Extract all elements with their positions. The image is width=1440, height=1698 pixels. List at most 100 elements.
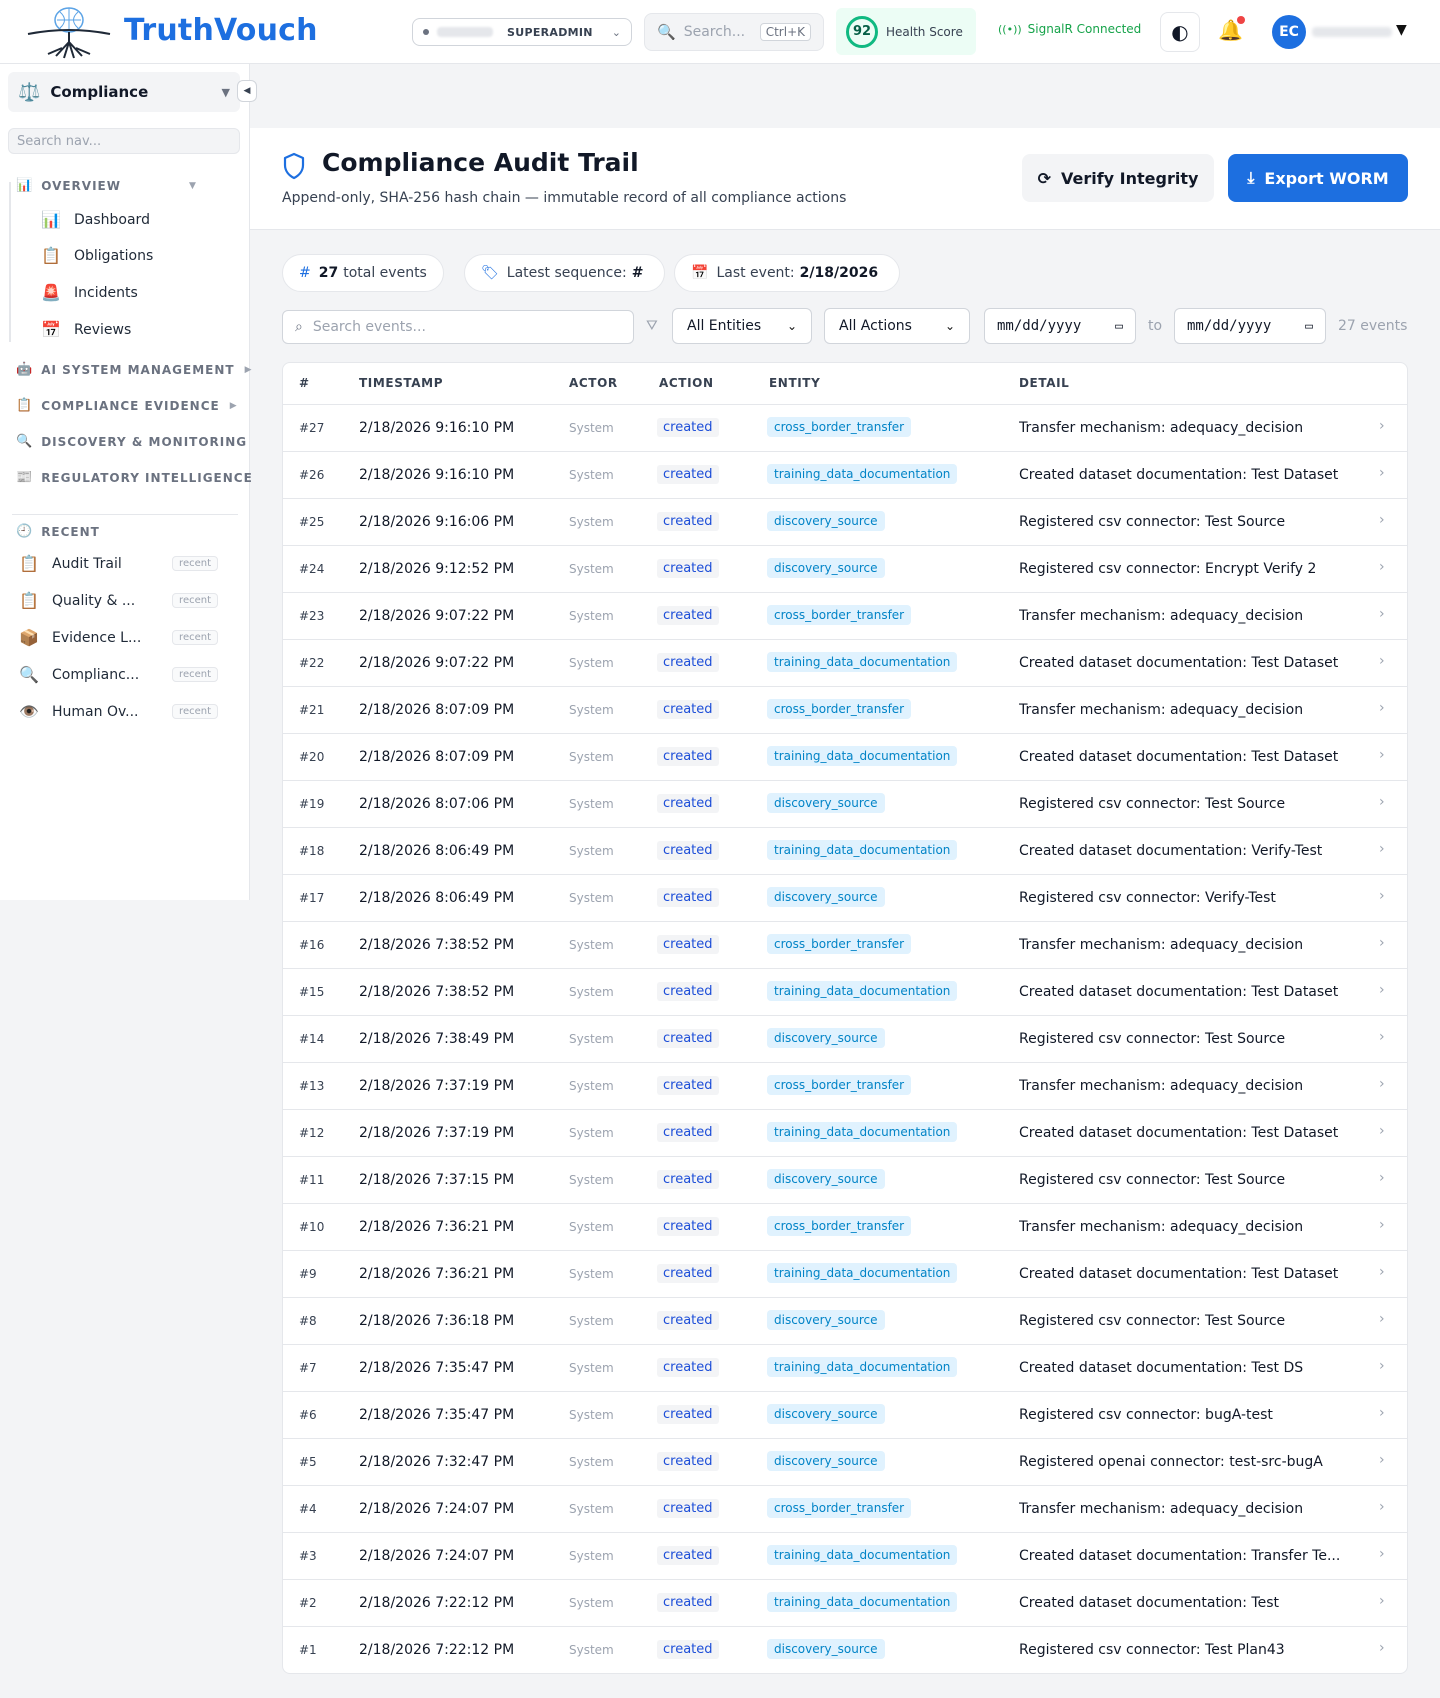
table-row[interactable]: #3 2/18/2026 7:24:07 PM System created train… xyxy=(283,1533,1407,1580)
verify-integrity-button[interactable]: ⟳ Verify Integrity xyxy=(1022,154,1214,202)
table-row[interactable]: #14 2/18/2026 7:38:49 PM System created disc… xyxy=(283,1016,1407,1063)
notifications-button[interactable]: 🔔 xyxy=(1218,16,1245,42)
chevron-right-icon[interactable]: › xyxy=(1379,606,1385,622)
section-ai-system-management[interactable]: 🤖 AI SYSTEM MANAGEMENT ▶ xyxy=(16,362,253,377)
chevron-right-icon[interactable]: › xyxy=(1379,1217,1385,1233)
table-row[interactable]: #12 2/18/2026 7:37:19 PM System created trai… xyxy=(283,1110,1407,1157)
table-row[interactable]: #7 2/18/2026 7:35:47 PM System created train… xyxy=(283,1345,1407,1392)
table-row[interactable]: #21 2/18/2026 8:07:09 PM System created cros… xyxy=(283,687,1407,734)
entity-filter-select[interactable]: All Entities ⌄ xyxy=(672,308,812,344)
collapse-sidebar-button[interactable]: ◀ xyxy=(237,80,257,102)
avatar[interactable]: EC xyxy=(1272,15,1306,49)
chevron-right-icon[interactable]: › xyxy=(1379,418,1385,434)
table-row[interactable]: #19 2/18/2026 8:07:06 PM System created disc… xyxy=(283,781,1407,828)
date-from-input[interactable]: mm/dd/yyyy ▭ xyxy=(984,308,1136,344)
chevron-right-icon[interactable]: › xyxy=(1379,512,1385,528)
section-overview[interactable]: 📊 OVERVIEW ▼ xyxy=(16,178,197,193)
header-action[interactable]: ACTION xyxy=(659,376,714,390)
table-row[interactable]: #15 2/18/2026 7:38:52 PM System created trai… xyxy=(283,969,1407,1016)
table-row[interactable]: #18 2/18/2026 8:06:49 PM System created trai… xyxy=(283,828,1407,875)
table-row[interactable]: #1 2/18/2026 7:22:12 PM System created disco… xyxy=(283,1627,1407,1673)
row-entity-badge: cross_border_transfer xyxy=(767,1498,912,1518)
table-row[interactable]: #4 2/18/2026 7:24:07 PM System created cross… xyxy=(283,1486,1407,1533)
chevron-right-icon[interactable]: › xyxy=(1379,794,1385,810)
chevron-right-icon[interactable]: › xyxy=(1379,1029,1385,1045)
export-worm-button[interactable]: ⤓ Export WORM xyxy=(1228,154,1408,202)
user-name-redacted[interactable] xyxy=(1312,27,1392,37)
sidebar-item-dashboard[interactable]: 📊 Dashboard xyxy=(40,210,150,229)
table-row[interactable]: #10 2/18/2026 7:36:21 PM System created cros… xyxy=(283,1204,1407,1251)
table-row[interactable]: #13 2/18/2026 7:37:19 PM System created cros… xyxy=(283,1063,1407,1110)
table-row[interactable]: #24 2/18/2026 9:12:52 PM System created disc… xyxy=(283,546,1407,593)
theme-toggle-button[interactable]: ◐ xyxy=(1160,12,1200,52)
table-row[interactable]: #22 2/18/2026 9:07:22 PM System created trai… xyxy=(283,640,1407,687)
app-logo[interactable]: TruthVouch xyxy=(26,4,318,60)
section-regulatory-intelligence[interactable]: 📰 REGULATORY INTELLIGENCE xyxy=(16,470,253,485)
action-filter-select[interactable]: All Actions ⌄ xyxy=(824,308,970,344)
table-row[interactable]: #11 2/18/2026 7:37:15 PM System created disc… xyxy=(283,1157,1407,1204)
table-row[interactable]: #2 2/18/2026 7:22:12 PM System created train… xyxy=(283,1580,1407,1627)
module-selector[interactable]: ⚖️ Compliance ▼ xyxy=(8,72,240,112)
chevron-right-icon[interactable]: › xyxy=(1379,653,1385,669)
chevron-right-icon[interactable]: › xyxy=(1379,1264,1385,1280)
chevron-right-icon[interactable]: › xyxy=(1379,841,1385,857)
row-action-badge: created xyxy=(657,1499,719,1518)
row-sequence: #1 xyxy=(299,1643,317,1657)
chevron-right-icon[interactable]: › xyxy=(1379,888,1385,904)
recent-item-compliance[interactable]: 🔍 Complianc... recent xyxy=(18,665,218,684)
sidebar-divider xyxy=(12,514,238,515)
sidebar-item-reviews[interactable]: 📅 Reviews xyxy=(40,320,131,339)
row-actor: System xyxy=(569,562,614,576)
chevron-right-icon[interactable]: › xyxy=(1379,982,1385,998)
chevron-right-icon[interactable]: › xyxy=(1379,1499,1385,1515)
section-discovery-monitoring[interactable]: 🔍 DISCOVERY & MONITORING xyxy=(16,434,247,449)
table-row[interactable]: #25 2/18/2026 9:16:06 PM System created disc… xyxy=(283,499,1407,546)
eye-icon: 👁️ xyxy=(19,702,39,721)
date-to-input[interactable]: mm/dd/yyyy ▭ xyxy=(1174,308,1326,344)
global-search[interactable]: 🔍 Search... Ctrl+K xyxy=(644,13,824,51)
chevron-right-icon[interactable]: › xyxy=(1379,1123,1385,1139)
chevron-right-icon[interactable]: › xyxy=(1379,1546,1385,1562)
chevron-right-icon[interactable]: › xyxy=(1379,700,1385,716)
table-row[interactable]: #27 2/18/2026 9:16:10 PM System created cros… xyxy=(283,405,1407,452)
table-row[interactable]: #17 2/18/2026 8:06:49 PM System created disc… xyxy=(283,875,1407,922)
sidebar-item-incidents[interactable]: 🚨 Incidents xyxy=(40,283,138,302)
nav-search-input[interactable]: Search nav... xyxy=(8,128,240,154)
chevron-right-icon[interactable]: › xyxy=(1379,1170,1385,1186)
table-row[interactable]: #20 2/18/2026 8:07:09 PM System created trai… xyxy=(283,734,1407,781)
chevron-right-icon[interactable]: › xyxy=(1379,1593,1385,1609)
chevron-right-icon[interactable]: › xyxy=(1379,1405,1385,1421)
event-search-input[interactable]: ⌕ Search events... xyxy=(282,310,634,344)
row-entity-badge: discovery_source xyxy=(767,511,885,531)
section-compliance-evidence[interactable]: 📋 COMPLIANCE EVIDENCE ▶ xyxy=(16,398,238,413)
header-entity[interactable]: ENTITY xyxy=(769,376,820,390)
table-row[interactable]: #23 2/18/2026 9:07:22 PM System created cros… xyxy=(283,593,1407,640)
chevron-right-icon[interactable]: › xyxy=(1379,1311,1385,1327)
recent-item-human-oversight[interactable]: 👁️ Human Ov... recent xyxy=(18,702,218,721)
section-label: COMPLIANCE EVIDENCE xyxy=(41,398,220,413)
table-row[interactable]: #16 2/18/2026 7:38:52 PM System created cros… xyxy=(283,922,1407,969)
recent-item-evidence[interactable]: 📦 Evidence L... recent xyxy=(18,628,218,647)
chevron-right-icon[interactable]: › xyxy=(1379,1076,1385,1092)
table-row[interactable]: #26 2/18/2026 9:16:10 PM System created trai… xyxy=(283,452,1407,499)
recent-item-quality[interactable]: 📋 Quality & ... recent xyxy=(18,591,218,610)
chevron-right-icon[interactable]: › xyxy=(1379,559,1385,575)
user-menu-caret-icon[interactable]: ▼ xyxy=(1396,22,1407,38)
tenant-switcher[interactable]: SUPERADMIN ⌄ xyxy=(412,18,632,46)
table-row[interactable]: #8 2/18/2026 7:36:18 PM System created disco… xyxy=(283,1298,1407,1345)
table-row[interactable]: #9 2/18/2026 7:36:21 PM System created train… xyxy=(283,1251,1407,1298)
header-actor[interactable]: ACTOR xyxy=(569,376,618,390)
chevron-right-icon[interactable]: › xyxy=(1379,1358,1385,1374)
table-row[interactable]: #6 2/18/2026 7:35:47 PM System created disco… xyxy=(283,1392,1407,1439)
chevron-right-icon[interactable]: › xyxy=(1379,747,1385,763)
chevron-right-icon[interactable]: › xyxy=(1379,1640,1385,1656)
chevron-right-icon[interactable]: › xyxy=(1379,465,1385,481)
row-entity-badge: discovery_source xyxy=(767,558,885,578)
sidebar-item-obligations[interactable]: 📋 Obligations xyxy=(40,246,153,265)
health-score-widget[interactable]: 92 Health Score xyxy=(836,8,976,55)
recent-item-audit-trail[interactable]: 📋 Audit Trail recent xyxy=(18,554,218,573)
table-row[interactable]: #5 2/18/2026 7:32:47 PM System created disco… xyxy=(283,1439,1407,1486)
header-timestamp[interactable]: TIMESTAMP xyxy=(359,376,443,390)
chevron-right-icon[interactable]: › xyxy=(1379,1452,1385,1468)
chevron-right-icon[interactable]: › xyxy=(1379,935,1385,951)
